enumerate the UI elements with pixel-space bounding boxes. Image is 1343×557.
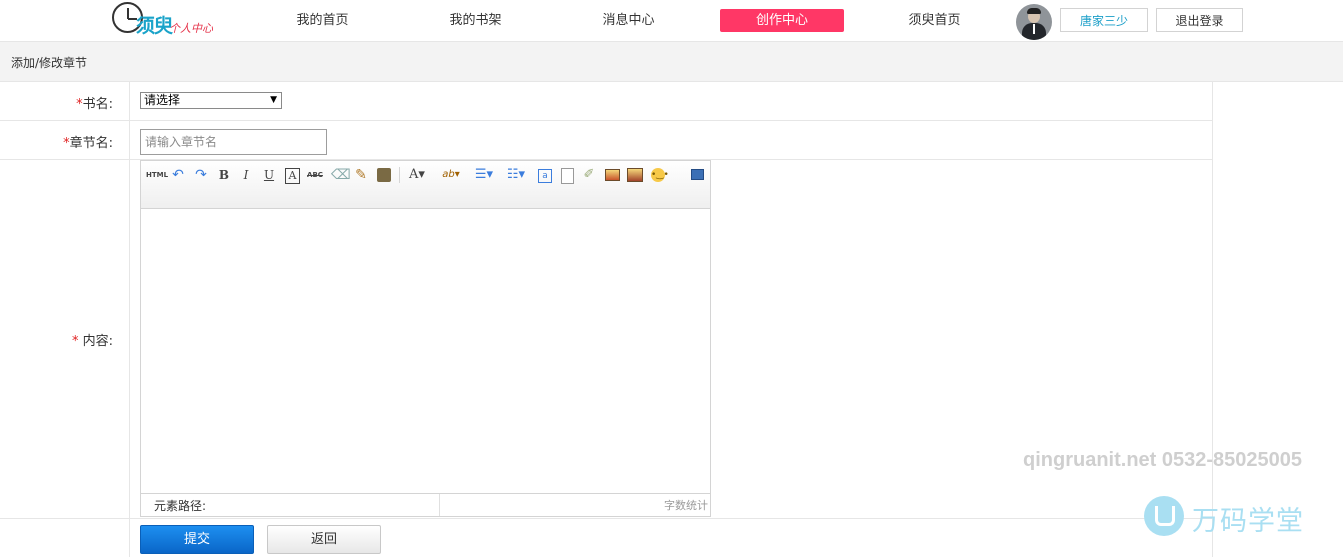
paste-icon[interactable] <box>377 168 391 182</box>
form-row-chapter: *章节名: <box>0 121 1212 160</box>
redo-icon[interactable]: ↷ <box>193 167 209 183</box>
site-logo[interactable]: 须臾 个人中心 <box>112 2 236 38</box>
content-label: * 内容: <box>71 334 113 349</box>
back-button[interactable]: 返回 <box>267 525 381 554</box>
strikethrough-icon[interactable]: ABC <box>306 167 324 183</box>
ordered-list-icon[interactable]: ☰▾ <box>472 167 496 183</box>
divider <box>1212 82 1213 557</box>
submit-button[interactable]: 提交 <box>140 525 254 554</box>
form-row-book: *书名: 请选择 ▼ <box>0 82 1212 121</box>
anchor-icon[interactable]: a <box>538 169 552 183</box>
logout-button[interactable]: 退出登录 <box>1156 8 1243 32</box>
image-icon[interactable] <box>605 169 620 181</box>
book-label: *书名: <box>76 97 113 112</box>
editor-content-area[interactable] <box>141 209 710 494</box>
nav-my-home[interactable]: 我的首页 <box>245 9 400 32</box>
font-color-icon[interactable]: A▾ <box>407 167 427 183</box>
italic-icon[interactable]: I <box>239 167 253 183</box>
watermark-contact: qingruanit.net 0532-85025005 <box>1023 449 1303 471</box>
preview-icon[interactable] <box>691 169 704 180</box>
unordered-list-icon[interactable]: ☷▾ <box>504 167 528 183</box>
nav-creation-center[interactable]: 创作中心 <box>720 9 844 32</box>
eraser-icon[interactable]: ⌫ <box>331 167 351 183</box>
highlight-color-icon[interactable]: ab▾ <box>439 167 463 183</box>
top-navbar: 须臾 个人中心 我的首页 我的书架 消息中心 创作中心 须臾首页 唐家三少 退出… <box>0 0 1343 42</box>
logo-text: 须臾 <box>136 15 173 37</box>
required-mark: * <box>71 334 79 349</box>
breadcrumb: 添加/修改章节 <box>11 56 88 70</box>
editor-toolbar: HTML ↶ ↷ B I U A ABC ⌫ ✎ A▾ ab▾ ☰▾ ☷▾ a … <box>141 161 710 209</box>
word-count-label: 字数统计 <box>664 499 708 512</box>
underline-icon[interactable]: U <box>262 167 276 183</box>
chapter-label: *章节名: <box>63 136 113 151</box>
chapter-name-input[interactable] <box>140 129 327 155</box>
dropdown-arrow-icon: ▼ <box>270 95 277 105</box>
clean-icon[interactable]: ✐ <box>581 167 597 183</box>
nav-my-bookshelf[interactable]: 我的书架 <box>398 9 553 32</box>
avatar[interactable] <box>1016 4 1052 40</box>
font-border-icon[interactable]: A <box>285 168 300 184</box>
element-path-label: 元素路径: <box>154 499 207 513</box>
format-brush-icon[interactable]: ✎ <box>353 167 369 183</box>
nav-site-home[interactable]: 须臾首页 <box>857 9 1012 32</box>
username-button[interactable]: 唐家三少 <box>1060 8 1148 32</box>
logo-subtitle: 个人中心 <box>169 22 213 35</box>
book-select[interactable]: 请选择 ▼ <box>140 92 282 109</box>
undo-icon[interactable]: ↶ <box>170 167 186 183</box>
bold-icon[interactable]: B <box>217 167 231 183</box>
html-icon[interactable]: HTML <box>146 167 168 183</box>
editor-statusbar: 元素路径: 字数统计 <box>141 493 710 516</box>
breadcrumb-bar: 添加/修改章节 <box>0 42 1343 82</box>
rich-text-editor: HTML ↶ ↷ B I U A ABC ⌫ ✎ A▾ ab▾ ☰▾ ☷▾ a … <box>140 160 711 517</box>
multi-image-icon[interactable] <box>627 168 643 182</box>
nav-message-center[interactable]: 消息中心 <box>551 9 706 32</box>
page-icon[interactable] <box>561 168 574 184</box>
watermark-logo-icon <box>1144 496 1184 536</box>
emoji-icon[interactable]: •‿• <box>651 168 669 182</box>
watermark-brand: 万码学堂 <box>1192 506 1304 537</box>
